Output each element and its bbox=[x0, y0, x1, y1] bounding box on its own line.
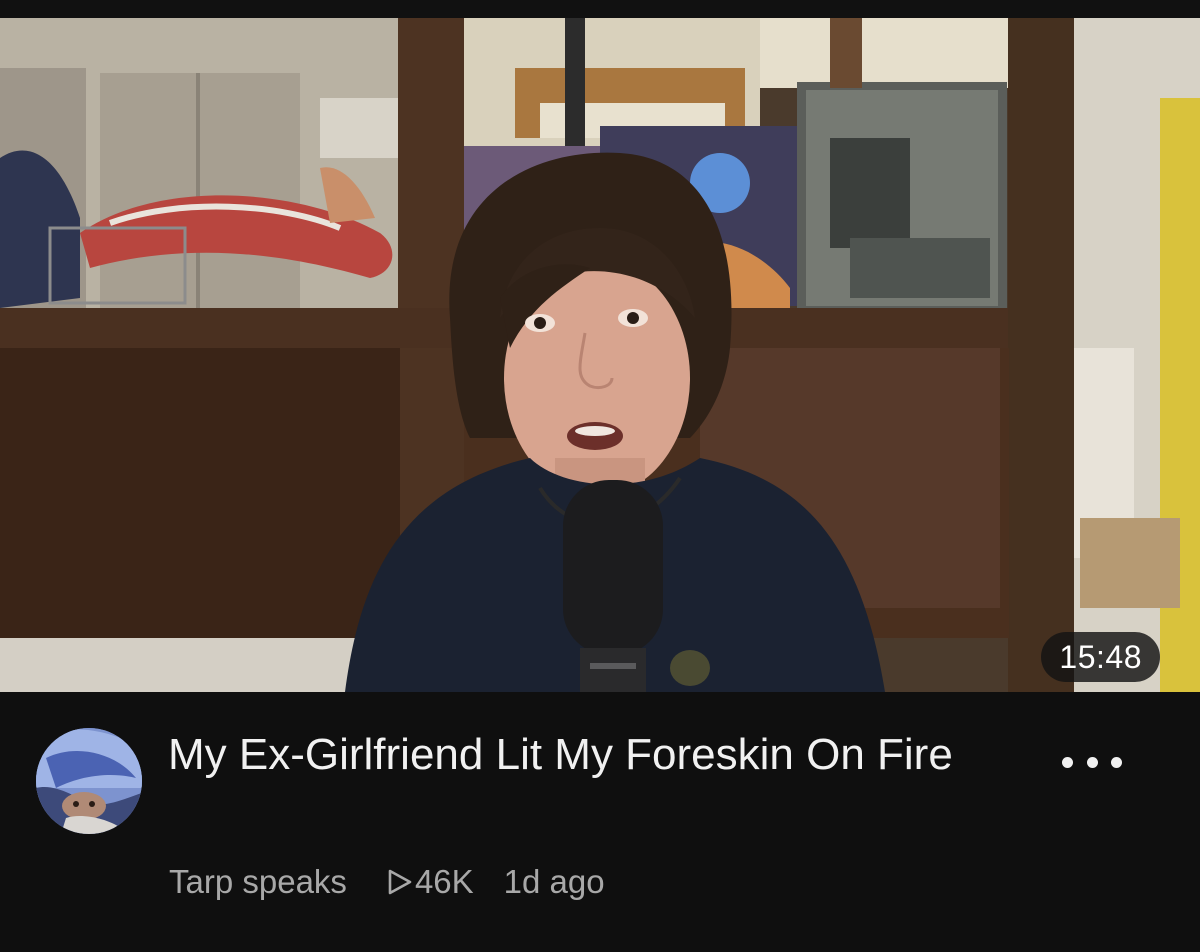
thumbnail-image bbox=[0, 18, 1200, 692]
more-options-button[interactable] bbox=[1062, 744, 1122, 780]
view-count-value: 46K bbox=[414, 863, 474, 900]
play-outline-icon bbox=[388, 869, 412, 895]
view-count: 46K bbox=[387, 860, 474, 904]
video-thumbnail[interactable]: 15:48 bbox=[0, 18, 1200, 692]
avatar-image bbox=[36, 728, 142, 834]
duration-badge: 15:48 bbox=[1041, 632, 1160, 682]
top-strip bbox=[0, 0, 1200, 18]
upload-age: 1d ago bbox=[503, 863, 605, 900]
video-title[interactable]: My Ex-Girlfriend Lit My Foreskin On Fire bbox=[168, 726, 998, 784]
channel-avatar[interactable] bbox=[36, 728, 142, 834]
video-stats: Tarp speaks 46K 1d ago bbox=[169, 860, 605, 904]
more-horizontal-icon bbox=[1062, 756, 1073, 768]
more-horizontal-icon bbox=[1111, 756, 1122, 768]
channel-name[interactable]: Tarp speaks bbox=[169, 860, 347, 904]
more-horizontal-icon bbox=[1086, 756, 1098, 768]
video-meta: My Ex-Girlfriend Lit My Foreskin On Fire… bbox=[0, 692, 1200, 952]
video-card[interactable]: 15:48 My Ex-Girlfriend Lit My Foreskin O… bbox=[0, 0, 1200, 952]
